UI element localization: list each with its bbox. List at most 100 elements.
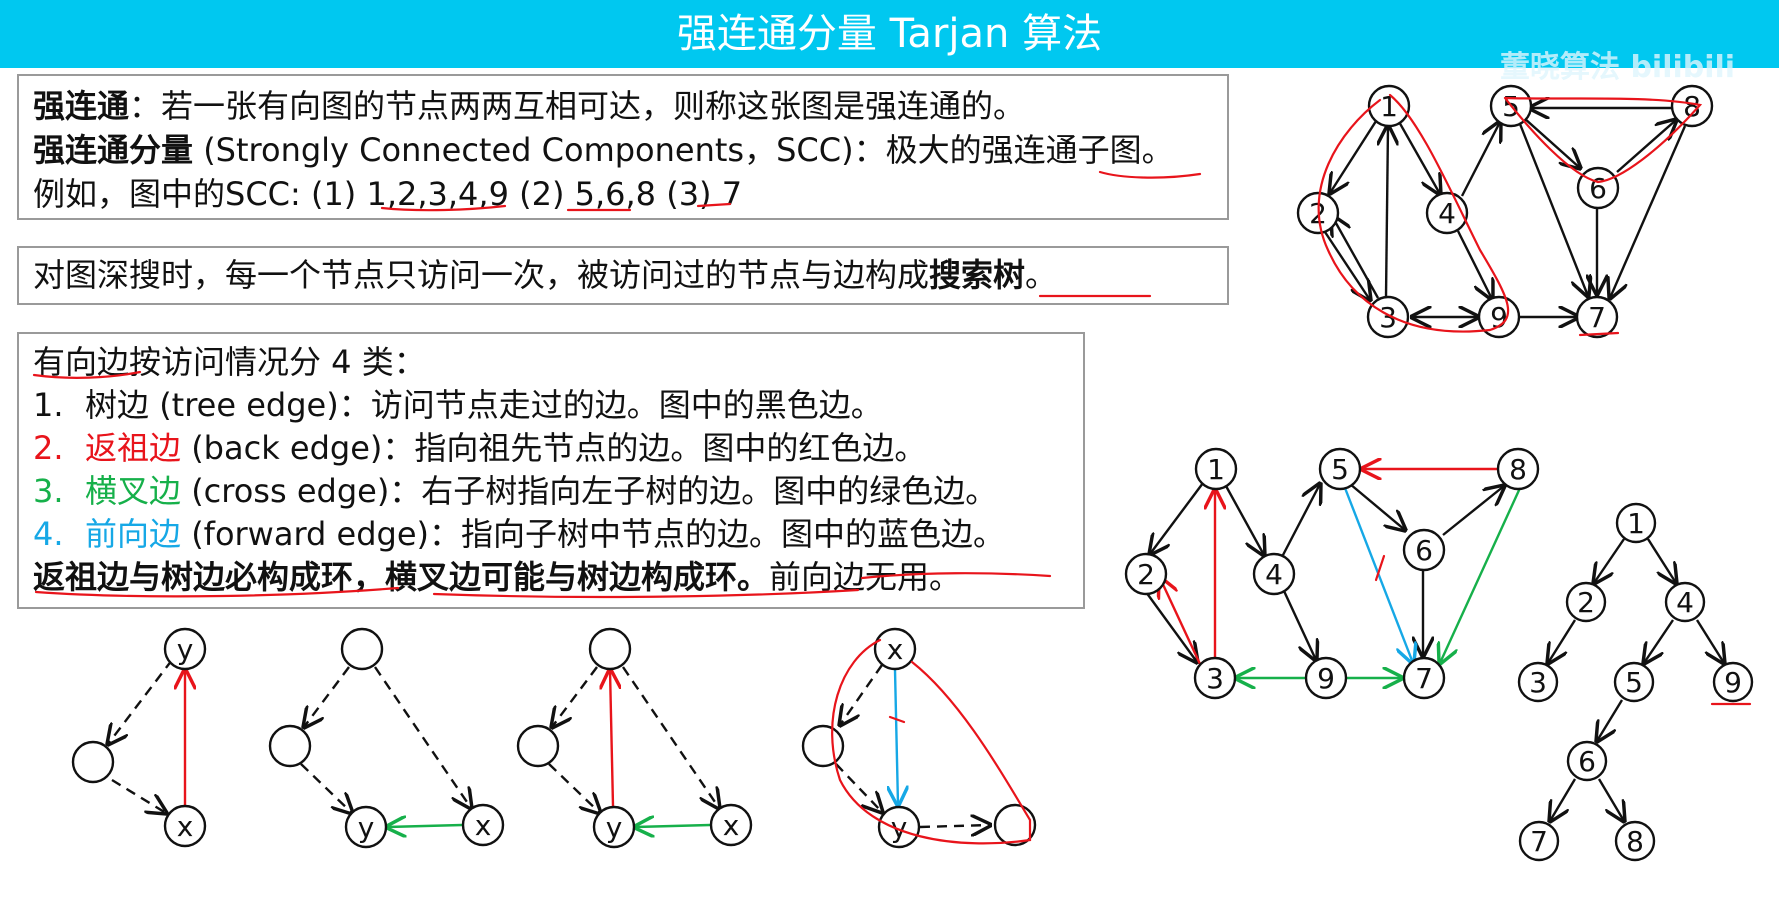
node-9: 9 bbox=[1712, 661, 1754, 703]
node-y: y bbox=[592, 805, 636, 849]
node-label: 4 bbox=[1265, 558, 1283, 591]
node-label: y bbox=[358, 811, 375, 844]
tree-edge bbox=[1224, 485, 1264, 555]
edge bbox=[1330, 117, 1380, 193]
dashed-tree-edge bbox=[552, 666, 598, 727]
node-y: y bbox=[344, 805, 388, 849]
node-label: 9 bbox=[1317, 662, 1335, 695]
node-left bbox=[801, 724, 845, 768]
node-label: x bbox=[887, 633, 904, 666]
node-6: 6 bbox=[1402, 528, 1446, 572]
underline-scc-3 bbox=[696, 202, 732, 208]
node-4: 4 bbox=[1252, 552, 1296, 596]
tree-edge bbox=[1644, 619, 1674, 663]
underline-scc-1 bbox=[380, 204, 507, 212]
node-label: x bbox=[723, 809, 740, 842]
node-4: 4 bbox=[1664, 581, 1706, 623]
tree-edge bbox=[1548, 619, 1577, 663]
node-1: 1 bbox=[1194, 447, 1238, 491]
tree-edge bbox=[1695, 619, 1724, 663]
node-label: 7 bbox=[1415, 662, 1433, 695]
edge bbox=[1386, 126, 1388, 298]
edge bbox=[1523, 117, 1580, 168]
node-8: 8 bbox=[1670, 84, 1714, 128]
dashed-tree-edge bbox=[548, 763, 600, 813]
underline-summary-1 bbox=[34, 586, 400, 598]
tree-edge bbox=[1150, 482, 1204, 554]
strike-useless bbox=[860, 572, 1052, 580]
node-3: 3 bbox=[1517, 661, 1559, 703]
node-x: x bbox=[873, 627, 917, 671]
cross-edge bbox=[387, 825, 463, 827]
node-y: y bbox=[877, 805, 921, 849]
node-label: 3 bbox=[1529, 666, 1547, 699]
node-label: 7 bbox=[1588, 301, 1606, 334]
node-label: 8 bbox=[1626, 825, 1644, 858]
node-2: 2 bbox=[1124, 552, 1168, 596]
node-label: 1 bbox=[1627, 507, 1645, 540]
node-x: x bbox=[163, 804, 207, 848]
back-edge bbox=[610, 670, 613, 807]
node-7: 7 bbox=[1402, 656, 1446, 700]
cross-edge bbox=[635, 825, 711, 827]
dashed-tree-edge bbox=[622, 666, 719, 808]
node-7: 7 bbox=[1518, 820, 1560, 862]
graph-mid: 1 2 3 4 5 6 7 8 9 bbox=[1124, 447, 1540, 700]
dashed-tree-edge bbox=[108, 659, 173, 744]
node-label: x bbox=[177, 810, 194, 843]
tree-edge bbox=[1597, 699, 1624, 741]
underline-summary-2 bbox=[432, 588, 860, 599]
node-label: 3 bbox=[1206, 662, 1224, 695]
node-label: 5 bbox=[1331, 453, 1349, 486]
underline-directed-edge bbox=[32, 370, 142, 379]
node-label: 5 bbox=[1625, 666, 1643, 699]
pattern-back-edge: y x bbox=[71, 627, 207, 848]
node-left bbox=[268, 724, 312, 768]
tree-edge bbox=[1646, 538, 1676, 583]
forward-edge bbox=[1343, 487, 1413, 663]
node-label: x bbox=[475, 809, 492, 842]
node-root bbox=[340, 627, 384, 671]
diagrams-canvas: 1 2 3 4 5 6 7 8 9 1 2 3 4 5 6 7 8 9 1 2 … bbox=[32, 84, 1754, 862]
node-label: 1 bbox=[1207, 453, 1225, 486]
node-mid bbox=[71, 740, 115, 784]
tree-edge bbox=[1594, 538, 1625, 583]
tree-edge bbox=[1281, 484, 1320, 556]
edge bbox=[1332, 216, 1380, 299]
dashed-tree-edge bbox=[304, 666, 350, 727]
node-label: 9 bbox=[1724, 666, 1742, 699]
pattern-forward-edge: x y bbox=[801, 627, 1037, 849]
dashed-tree-edge bbox=[111, 778, 166, 813]
node-root bbox=[588, 627, 632, 671]
tree-edge bbox=[1597, 778, 1624, 821]
node-3: 3 bbox=[1366, 295, 1410, 339]
node-8: 8 bbox=[1496, 447, 1540, 491]
pattern-back-and-cross: y x bbox=[516, 627, 753, 849]
node-6: 6 bbox=[1576, 166, 1620, 210]
dashed-tree-edge bbox=[374, 666, 471, 808]
edge bbox=[1460, 122, 1500, 197]
node-7: 7 bbox=[1575, 295, 1619, 339]
node-2: 2 bbox=[1565, 581, 1607, 623]
node-8: 8 bbox=[1614, 820, 1656, 862]
node-label: 2 bbox=[1137, 558, 1155, 591]
underline-subgraph bbox=[1098, 170, 1202, 179]
node-1: 1 bbox=[1615, 502, 1657, 544]
node-label: 6 bbox=[1589, 172, 1607, 205]
node-label: y bbox=[606, 811, 623, 844]
scc-loop-1 bbox=[1317, 93, 1510, 333]
node-label: 6 bbox=[1415, 534, 1433, 567]
node-9: 9 bbox=[1304, 656, 1348, 700]
edge bbox=[1518, 123, 1588, 296]
node-5: 5 bbox=[1613, 661, 1655, 703]
node-3: 3 bbox=[1193, 656, 1237, 700]
dashed-tree-edge bbox=[300, 763, 352, 813]
node-label: y bbox=[177, 633, 194, 666]
dashed-tree-edge bbox=[919, 825, 990, 827]
node-label: 4 bbox=[1676, 586, 1694, 619]
node-label: 2 bbox=[1577, 586, 1595, 619]
node-y: y bbox=[163, 627, 207, 671]
pattern-cross-edge: y x bbox=[268, 627, 505, 849]
node-label: 7 bbox=[1530, 825, 1548, 858]
node-label: 6 bbox=[1578, 745, 1596, 778]
